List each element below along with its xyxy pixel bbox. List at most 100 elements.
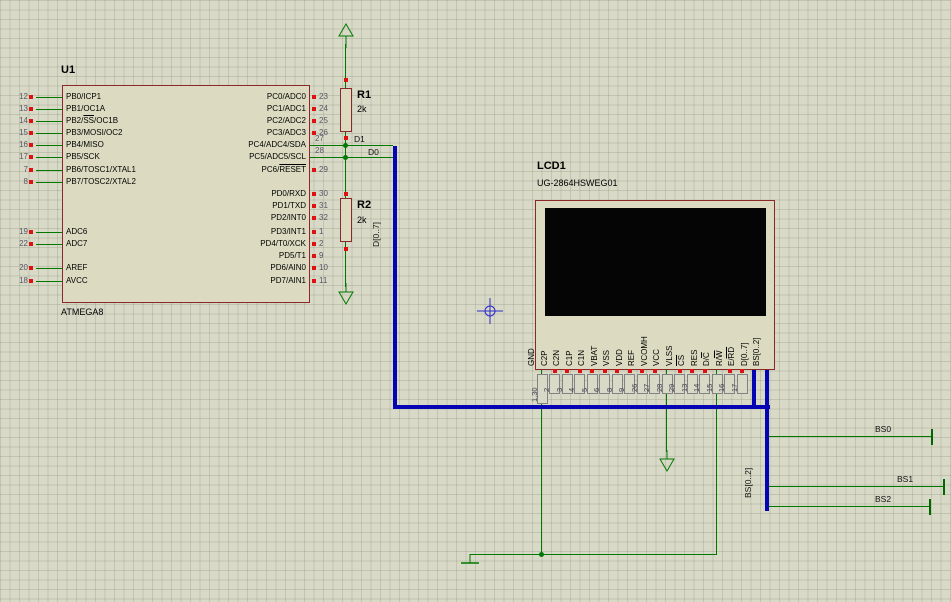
pin-end-marker: [312, 254, 316, 258]
u1-pin-number: 27: [315, 134, 324, 143]
net-label-bs1[interactable]: BS1: [897, 474, 913, 484]
terminal-bs2[interactable]: [929, 499, 931, 515]
pin-end-marker: [690, 369, 694, 373]
ground-arrow-icon[interactable]: [658, 450, 676, 474]
u1-value[interactable]: ATMEGA8: [61, 307, 103, 318]
lcd-pin-name: VCC: [652, 349, 661, 366]
pin-end-marker: [615, 369, 619, 373]
pin-end-marker: [740, 369, 744, 373]
terminal-bs0[interactable]: [931, 429, 933, 445]
u1-pin-number: 16: [19, 140, 28, 149]
pin-end-marker: [312, 192, 316, 196]
schematic-canvas[interactable]: U1 ATMEGA8 R1 2k R2 2k LCD1 UG-2864HSWEG…: [0, 0, 951, 602]
u1-pin-number: 29: [319, 165, 328, 174]
bus-lcd-data-stub[interactable]: [752, 370, 756, 409]
u1-pin-name: PB4/MISO: [66, 140, 104, 149]
bus-bs-vertical[interactable]: [765, 370, 769, 511]
pin-end-marker: [29, 155, 33, 159]
u1-pin-stub[interactable]: [36, 170, 62, 171]
u1-pin-number: 13: [19, 104, 28, 113]
wire-data-bit[interactable]: [310, 157, 393, 158]
u1-pin-number: 11: [319, 276, 328, 285]
ground-terminal-icon[interactable]: [459, 554, 481, 568]
r1-ref[interactable]: R1: [357, 89, 371, 102]
pin-end-marker: [640, 369, 644, 373]
wire-ground-run[interactable]: [470, 554, 717, 555]
u1-pin-stub[interactable]: [36, 121, 62, 122]
u1-pin-name: PB1/OC1A: [66, 104, 106, 113]
u1-pin-stub[interactable]: [36, 109, 62, 110]
net-label-d0[interactable]: D0: [368, 147, 379, 157]
lcd1-ref[interactable]: LCD1: [537, 160, 566, 173]
u1-pin-name: PD7/AIN1: [270, 276, 306, 285]
net-label-bs2[interactable]: BS2: [875, 494, 891, 504]
u1-pin-name: ADC6: [66, 227, 88, 236]
u1-pin-number: 24: [319, 104, 328, 113]
u1-pin-name: PD5/T1: [278, 251, 306, 260]
u1-pin-stub[interactable]: [36, 145, 62, 146]
u1-pin-stub[interactable]: [36, 268, 62, 269]
lcd-pin-name: C2P: [539, 350, 549, 366]
lcd-pin-name: VBAT: [589, 345, 599, 366]
u1-pin-number: 2: [319, 239, 324, 248]
lcd1-value[interactable]: UG-2864HSWEG01: [537, 178, 618, 189]
pin-end-marker: [29, 230, 33, 234]
u1-pin-number: 23: [319, 92, 328, 101]
net-label-bs0[interactable]: BS0: [875, 424, 891, 434]
pin-end-marker: [29, 279, 33, 283]
u1-pin-name: PB5/SCK: [66, 152, 100, 161]
u1-pin-stub[interactable]: [36, 182, 62, 183]
r2-body[interactable]: [340, 198, 352, 242]
wire-bs2[interactable]: [769, 506, 930, 507]
pin-end-marker: [312, 95, 316, 99]
terminal-bs1[interactable]: [943, 479, 945, 495]
wire-lcd-dc[interactable]: [716, 370, 717, 555]
pin-end-marker: [344, 192, 348, 196]
bus-data-horizontal[interactable]: [393, 405, 770, 409]
pin-end-marker: [312, 279, 316, 283]
pin-end-marker: [29, 119, 33, 123]
wire-bs1[interactable]: [769, 486, 944, 487]
lcd-pin-name: C2N: [552, 349, 561, 366]
u1-pin-number: 7: [23, 165, 28, 174]
net-label-data-bus[interactable]: D[0..7]: [371, 222, 381, 247]
r2-ref[interactable]: R2: [357, 199, 371, 212]
pin-end-marker: [344, 78, 348, 82]
u1-pin-number: 9: [319, 251, 324, 260]
pin-end-marker: [29, 131, 33, 135]
lcd-pin-name: BS[0..2]: [752, 337, 761, 366]
u1-pin-stub[interactable]: [36, 281, 62, 282]
lcd-pin-name: VLSS: [664, 345, 674, 366]
u1-pin-name: PB2/SS/OC1B: [66, 116, 119, 125]
u1-pin-stub[interactable]: [36, 157, 62, 158]
r1-value[interactable]: 2k: [357, 104, 367, 115]
r1-body[interactable]: [340, 88, 352, 132]
pin-end-marker: [29, 266, 33, 270]
u1-pin-name: PB6/TOSC1/XTAL1: [66, 165, 136, 174]
lcd-pin-name: VDD: [614, 349, 624, 366]
net-label-bs-bus[interactable]: BS[0..2]: [743, 468, 753, 498]
pin-end-marker: [29, 168, 33, 172]
u1-pin-number: 32: [319, 213, 328, 222]
power-terminal-icon[interactable]: [337, 22, 355, 48]
u1-pin-name: PC1/ADC1: [266, 104, 306, 113]
u1-pin-name: PB3/MOSI/OC2: [66, 128, 123, 137]
u1-pin-name: ADC7: [66, 239, 88, 248]
lcd-pin-name: C1P: [564, 350, 574, 366]
u1-pin-stub[interactable]: [36, 232, 62, 233]
u1-pin-number: 30: [319, 189, 328, 198]
u1-pin-stub[interactable]: [36, 133, 62, 134]
pin-end-marker: [312, 119, 316, 123]
u1-ref[interactable]: U1: [61, 64, 75, 77]
r2-value[interactable]: 2k: [357, 215, 367, 226]
lcd-pin-name: E/RD: [727, 346, 736, 366]
u1-pin-stub[interactable]: [36, 244, 62, 245]
pin-end-marker: [577, 369, 582, 373]
ground-arrow-icon[interactable]: [337, 283, 355, 307]
bus-data-vertical[interactable]: [393, 146, 397, 409]
net-label-d1[interactable]: D1: [354, 134, 365, 144]
u1-pin-name: PC4/ADC4/SDA: [248, 140, 306, 149]
u1-pin-number: 8: [23, 177, 28, 186]
wire-bs0[interactable]: [769, 436, 932, 437]
u1-pin-stub[interactable]: [36, 97, 62, 98]
